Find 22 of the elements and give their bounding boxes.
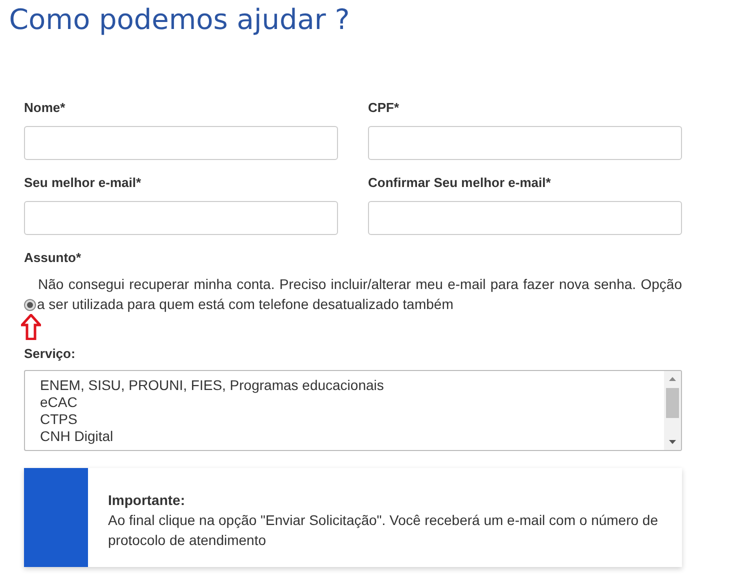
option-label: Não consegui recuperar minha conta. Preciso incluir/alterar meu e-mail para fazer nova senha. Opção a ser utilizada para quem está com telefone desatualizado também xyxy=(37,275,682,314)
arrow-icon xyxy=(21,314,41,340)
notice-title: Importante: xyxy=(108,491,186,510)
notice-text: Ao final clique na opção "Enviar Solicitação". Você receberá um e-mail com o número de protocolo de atendimento xyxy=(108,511,660,550)
input-field[interactable] xyxy=(24,201,338,235)
field-label: CPF* xyxy=(368,100,400,116)
field-label: Seu melhor e-mail* xyxy=(24,175,142,191)
scrollbar-icon xyxy=(664,371,681,450)
field-label: Serviço: xyxy=(24,346,76,362)
service-listbox[interactable]: ENEM, SISU, PROUNI, FIES, Programas educacionais eCAC CTPS CNH Digital xyxy=(24,370,682,451)
input-field[interactable] xyxy=(368,126,682,160)
list-item[interactable]: eCAC xyxy=(40,394,664,411)
field-label: Nome* xyxy=(24,100,66,116)
field-label: Confirmar Seu melhor e-mail* xyxy=(368,175,552,191)
list-item[interactable]: CTPS xyxy=(40,411,664,428)
input-field[interactable] xyxy=(368,201,682,235)
list-item[interactable]: CNH Digital xyxy=(40,428,664,445)
list-item[interactable]: ENEM, SISU, PROUNI, FIES, Programas educacionais xyxy=(40,377,664,394)
page-title: Como podemos ajudar ? xyxy=(9,2,351,38)
input-field[interactable] xyxy=(24,126,338,160)
radio-button[interactable] xyxy=(24,299,36,311)
field-label: Assunto* xyxy=(24,250,82,266)
